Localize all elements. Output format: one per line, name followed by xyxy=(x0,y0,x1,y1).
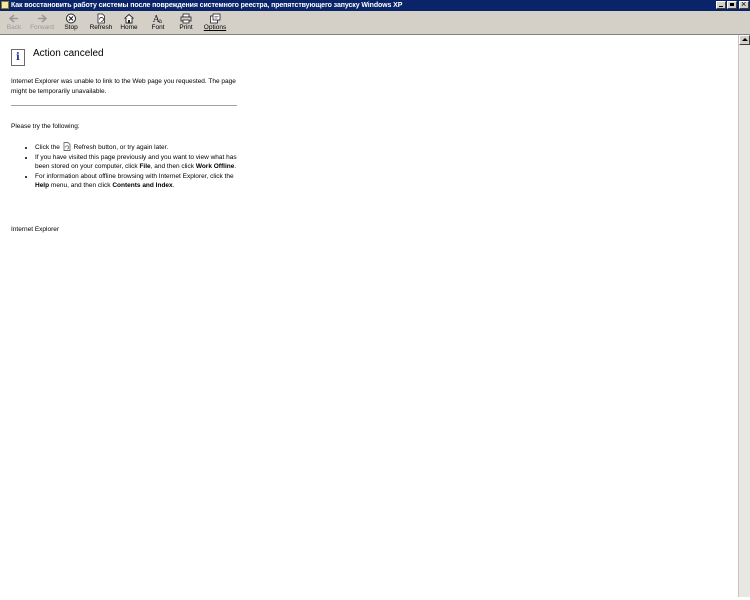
info-icon: i xyxy=(11,49,25,66)
home-icon xyxy=(124,13,134,24)
maximize-button[interactable] xyxy=(727,1,737,9)
stop-icon xyxy=(66,13,76,24)
stop-button[interactable]: Stop xyxy=(62,13,80,33)
work-offline-ref: Work Offline xyxy=(195,163,235,170)
help-window-icon xyxy=(1,1,9,9)
options-label: Options xyxy=(203,24,227,31)
divider xyxy=(11,105,237,106)
home-button[interactable]: Home xyxy=(119,13,139,33)
options-button[interactable]: Options xyxy=(203,13,227,33)
suggestion-help-end: . xyxy=(172,182,175,189)
font-button[interactable]: Aa Font xyxy=(148,13,168,33)
try-label: Please try the following: xyxy=(11,123,80,130)
print-button[interactable]: Print xyxy=(177,13,195,33)
suggestion-refresh-post: Refresh button, or try again later. xyxy=(73,144,169,151)
refresh-label: Refresh xyxy=(89,24,113,31)
font-icon: Aa xyxy=(152,15,163,24)
suggestion-help-pre: For information about offline browsing w… xyxy=(35,173,234,180)
back-label: Back xyxy=(6,24,22,31)
back-button[interactable]: Back xyxy=(4,13,24,33)
contents-index-ref: Contents and Index xyxy=(112,182,173,189)
refresh-button[interactable]: Refresh xyxy=(88,13,114,33)
stop-label: Stop xyxy=(64,24,78,31)
minimize-button[interactable] xyxy=(716,1,726,9)
list-item: If you have visited this page previously… xyxy=(35,153,245,171)
refresh-icon xyxy=(97,13,105,24)
window-title: Как восстановить работу системы после по… xyxy=(11,2,403,9)
title-bar[interactable]: Как восстановить работу системы после по… xyxy=(0,0,750,11)
forward-button[interactable]: Forward xyxy=(28,13,56,33)
footer-text: Internet Explorer xyxy=(11,226,60,233)
home-label: Home xyxy=(120,24,138,31)
back-arrow-icon xyxy=(8,14,18,23)
error-description: Internet Explorer was unable to link to … xyxy=(11,78,236,95)
suggestion-list: Click the Refresh button, or try again l… xyxy=(24,142,245,191)
page-title: Action canceled xyxy=(33,48,104,59)
forward-label: Forward xyxy=(30,24,54,31)
suggestion-offline-mid: , and then click xyxy=(150,163,194,170)
help-menu-ref: Help xyxy=(35,182,50,189)
suggestion-offline-end: . xyxy=(234,163,237,170)
suggestion-refresh-pre: Click the xyxy=(35,144,60,151)
font-label: Font xyxy=(151,24,165,31)
print-label: Print xyxy=(179,24,193,31)
forward-arrow-icon xyxy=(38,14,48,23)
vertical-scrollbar[interactable] xyxy=(738,35,750,597)
list-item: For information about offline browsing w… xyxy=(35,172,245,190)
suggestion-help-mid: menu, and then click xyxy=(50,182,111,189)
close-button[interactable] xyxy=(739,0,749,10)
page-content: i Action canceled Internet Explorer was … xyxy=(0,35,738,597)
scroll-up-button[interactable] xyxy=(739,35,750,45)
file-menu-ref: File xyxy=(139,163,151,170)
toolbar: Back Forward Stop Refresh Home Aa Font P… xyxy=(0,11,750,35)
window-controls xyxy=(715,0,749,10)
list-item: Click the Refresh button, or try again l… xyxy=(35,142,245,152)
options-icon xyxy=(210,13,221,24)
printer-icon xyxy=(180,13,192,24)
refresh-icon xyxy=(63,142,71,151)
